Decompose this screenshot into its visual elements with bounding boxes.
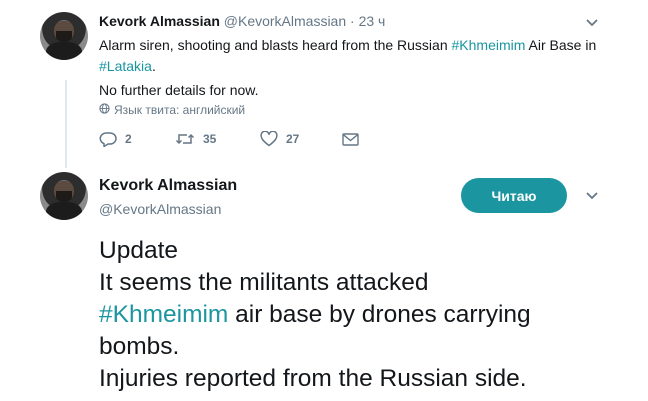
thread-line [65, 80, 67, 168]
reply-button[interactable]: 2 [99, 131, 175, 147]
tweet-text-part: Alarm siren, shooting and blasts heard f… [99, 37, 452, 53]
chevron-down-icon[interactable] [585, 191, 599, 201]
language-note: Язык твита: английский [99, 103, 245, 117]
tweet-actions: 2 35 27 [99, 131, 359, 147]
tweet-text-part: air base by drones carrying [228, 301, 531, 328]
avatar[interactable] [40, 172, 88, 220]
author-handle[interactable]: @KevorkAlmassian [224, 13, 346, 29]
tweet-text-part: Air Base in [525, 37, 597, 53]
chevron-down-icon[interactable] [585, 18, 599, 28]
tweet-timestamp[interactable]: 23 ч [359, 13, 386, 29]
tweet-text-part: . [151, 58, 156, 74]
like-count: 27 [286, 132, 300, 146]
message-button[interactable] [342, 132, 359, 146]
avatar[interactable] [40, 12, 88, 60]
author-name[interactable]: Kevork Almassian [99, 177, 237, 195]
hashtag-link[interactable]: #Khmeimim [452, 37, 526, 53]
tweet-text-line: It seems the militants attacked [99, 269, 429, 296]
following-button[interactable]: Читаю [461, 178, 567, 213]
author-handle[interactable]: @KevorkAlmassian [99, 201, 221, 217]
tweet-text-line: #Khmeimim air base by drones carrying [99, 299, 639, 331]
author-name[interactable]: Kevork Almassian [99, 13, 220, 29]
reply-icon [99, 131, 117, 147]
separator: · [350, 13, 355, 29]
tweet-text-line: bombs. [99, 333, 180, 360]
retweet-icon [175, 132, 195, 146]
like-button[interactable]: 27 [260, 131, 342, 147]
reply-count: 2 [125, 132, 132, 146]
tweet-text-line: Update [99, 237, 179, 264]
hashtag-link[interactable]: #Latakia [99, 58, 152, 74]
retweet-count: 35 [203, 132, 217, 146]
hashtag-link[interactable]: #Khmeimim [99, 301, 228, 328]
language-note-text[interactable]: Язык твита: английский [114, 103, 245, 117]
tweet-text-line: Injuries reported from the Russian side. [99, 365, 527, 392]
like-icon [260, 131, 278, 147]
tweet-text: Update It seems the militants attacked #… [99, 235, 639, 395]
message-icon [342, 132, 359, 146]
globe-icon [99, 103, 110, 117]
tweet-header: Kevork Almassian @KevorkAlmassian · 23 ч [99, 13, 385, 29]
tweet-text-line: No further details for now. [99, 82, 259, 98]
tweet-text: Alarm siren, shooting and blasts heard f… [99, 35, 599, 101]
retweet-button[interactable]: 35 [175, 132, 260, 146]
